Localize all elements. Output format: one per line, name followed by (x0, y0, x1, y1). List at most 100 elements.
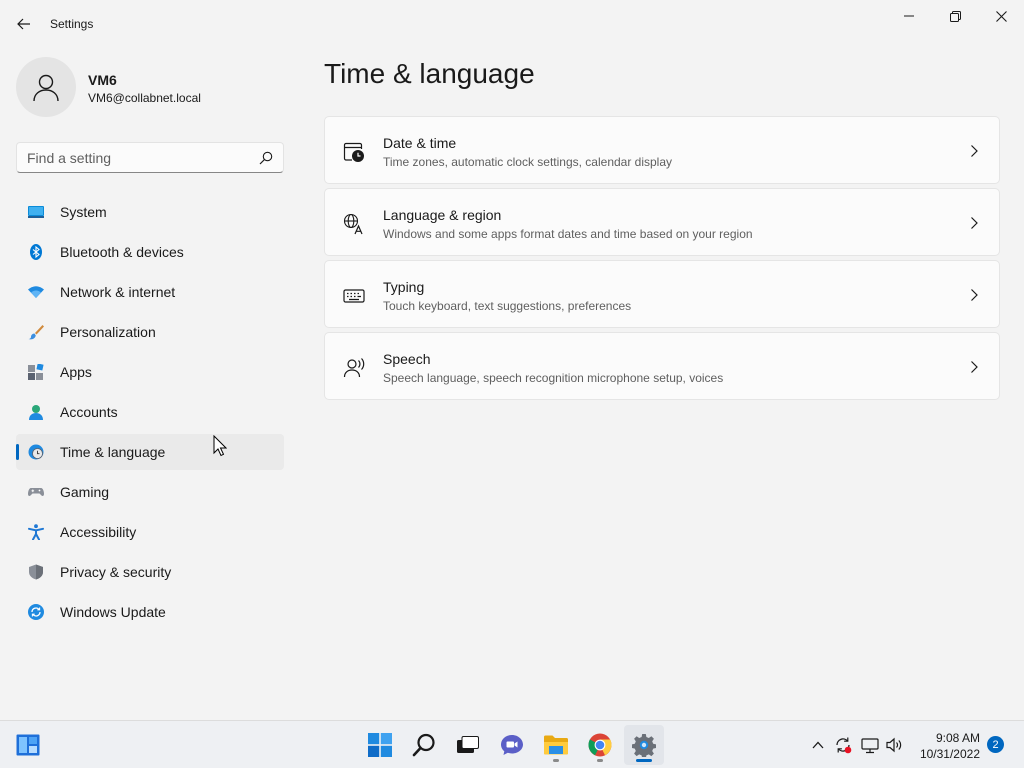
sidebar-item-label: Accounts (60, 404, 118, 420)
app-title: Settings (50, 17, 94, 31)
magnifier-icon (412, 733, 435, 757)
chat-icon (501, 735, 523, 755)
settings-taskbar-button[interactable] (624, 725, 664, 765)
card-title: Language & region (383, 207, 502, 223)
clock-time: 9:08 AM (935, 731, 980, 745)
typing-card[interactable]: Typing Touch keyboard, text suggestions,… (324, 260, 1000, 328)
restore-icon (949, 10, 961, 22)
search-box[interactable] (16, 142, 284, 173)
running-indicator (553, 759, 559, 762)
calendar-clock-icon (343, 142, 364, 162)
sidebar-item-accessibility[interactable]: Accessibility (16, 514, 284, 550)
chrome-icon (588, 733, 612, 757)
chevron-right-icon (971, 289, 978, 301)
sidebar-item-label: Personalization (60, 324, 156, 340)
sidebar-item-system[interactable]: System (16, 194, 284, 230)
card-title: Speech (383, 351, 431, 367)
chevron-right-icon (971, 217, 978, 229)
active-indicator (636, 759, 652, 762)
sync-status-button[interactable] (833, 735, 853, 755)
sidebar-item-bluetooth[interactable]: Bluetooth & devices (16, 234, 284, 270)
sidebar-item-apps[interactable]: Apps (16, 354, 284, 390)
sidebar-item-time-language[interactable]: Time & language (16, 434, 284, 470)
taskbar: 9:08 AM 10/31/2022 2 (0, 720, 1024, 768)
chevron-right-icon (971, 361, 978, 373)
system-icon (28, 206, 44, 218)
windows-logo-icon (368, 733, 392, 757)
show-hidden-icons-button[interactable] (808, 735, 828, 755)
update-icon (28, 604, 44, 620)
title-bar: Settings (0, 0, 1024, 48)
brush-icon (28, 325, 44, 340)
sidebar-item-gaming[interactable]: Gaming (16, 474, 284, 510)
sidebar-item-label: Privacy & security (60, 564, 172, 580)
chrome-button[interactable] (580, 725, 620, 765)
sidebar-item-privacy[interactable]: Privacy & security (16, 554, 284, 590)
restore-button[interactable] (932, 0, 978, 32)
settings-window: Settings VM6 VM6@collabnet.local System … (0, 0, 1024, 720)
sidebar-item-label: Accessibility (60, 524, 137, 540)
search-taskbar-button[interactable] (404, 725, 444, 765)
start-button[interactable] (360, 725, 400, 765)
language-icon (343, 213, 363, 235)
accounts-icon (29, 405, 43, 420)
sidebar-item-accounts[interactable]: Accounts (16, 394, 284, 430)
settings-gear-icon (632, 734, 656, 757)
language-region-card[interactable]: Language & region Windows and some apps … (324, 188, 1000, 256)
task-view-button[interactable] (448, 725, 488, 765)
notification-badge[interactable]: 2 (987, 736, 1004, 753)
running-indicator (597, 759, 603, 762)
sidebar-item-label: System (60, 204, 107, 220)
search-icon[interactable] (259, 151, 273, 165)
sidebar-item-windows-update[interactable]: Windows Update (16, 594, 284, 630)
task-view-icon (457, 736, 479, 753)
close-button[interactable] (978, 0, 1024, 32)
minimize-icon (904, 15, 914, 17)
volume-button[interactable] (884, 735, 904, 755)
card-title: Typing (383, 279, 425, 295)
folder-icon (544, 735, 568, 755)
sidebar-nav: System Bluetooth & devices Network & int… (16, 194, 284, 634)
gamepad-icon (28, 488, 44, 496)
card-description: Time zones, automatic clock settings, ca… (383, 155, 673, 169)
speaker-icon (886, 737, 902, 753)
file-explorer-button[interactable] (536, 725, 576, 765)
globe-clock-icon (28, 444, 44, 460)
back-button[interactable] (10, 10, 38, 38)
avatar[interactable] (16, 57, 76, 117)
sidebar-item-label: Windows Update (60, 604, 166, 620)
teams-chat-button[interactable] (492, 725, 532, 765)
card-description: Speech language, speech recognition micr… (383, 371, 724, 385)
card-description: Touch keyboard, text suggestions, prefer… (383, 299, 632, 313)
back-arrow-icon (17, 18, 30, 30)
user-email: VM6@collabnet.local (88, 91, 201, 105)
card-description: Windows and some apps format dates and t… (383, 227, 753, 241)
sidebar-item-label: Apps (60, 364, 92, 380)
network-monitor-icon (861, 738, 879, 754)
keyboard-icon (343, 289, 365, 303)
user-name: VM6 (88, 72, 117, 88)
accessibility-icon (28, 524, 44, 540)
sync-error-icon (836, 737, 852, 754)
sidebar-item-network[interactable]: Network & internet (16, 274, 284, 310)
date-time-card[interactable]: Date & time Time zones, automatic clock … (324, 116, 1000, 184)
sidebar-item-personalization[interactable]: Personalization (16, 314, 284, 350)
search-input[interactable] (27, 148, 247, 168)
shield-icon (29, 564, 43, 580)
sidebar-item-label: Bluetooth & devices (60, 244, 184, 260)
bluetooth-icon (30, 244, 42, 260)
speech-icon (343, 358, 365, 378)
page-title: Time & language (324, 58, 535, 89)
sidebar-item-label: Time & language (60, 444, 166, 460)
wifi-icon (28, 286, 44, 298)
chevron-up-icon (812, 741, 824, 749)
network-status-button[interactable] (860, 735, 880, 755)
chevron-right-icon (971, 145, 978, 157)
taskbar-clock[interactable]: 9:08 AM 10/31/2022 (914, 730, 980, 762)
card-title: Date & time (383, 135, 457, 151)
minimize-button[interactable] (886, 0, 932, 32)
speech-card[interactable]: Speech Speech language, speech recogniti… (324, 332, 1000, 400)
widgets-button[interactable] (8, 725, 48, 765)
widgets-icon (16, 734, 40, 756)
sidebar-item-label: Network & internet (60, 284, 176, 300)
